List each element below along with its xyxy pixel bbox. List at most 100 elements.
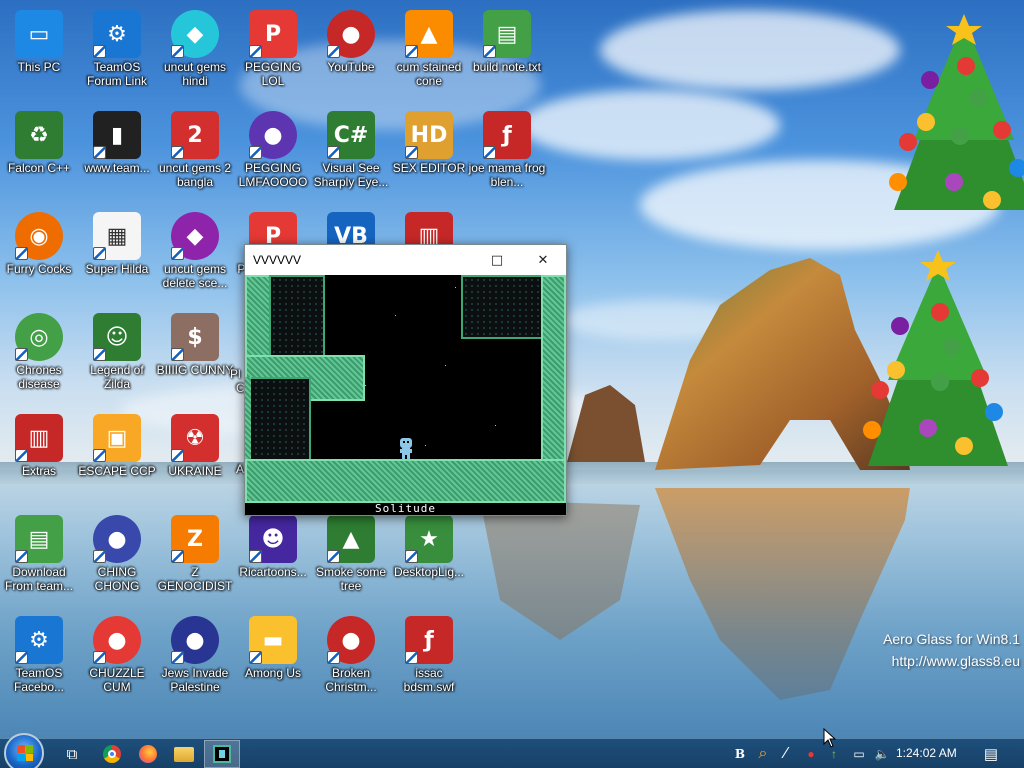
desktop-icon-label: This PC [17,60,61,74]
maximize-button[interactable]: □ [474,245,520,275]
pixel-cat-icon: ▦ [93,212,141,260]
file-explorer-icon [174,746,194,762]
close-button[interactable]: ✕ [520,245,566,275]
taskbar-clock[interactable]: 1:24:02 AM [896,746,957,760]
tray-network[interactable]: ▭ [849,739,869,768]
desktop-icon-label: YouTube [327,60,375,74]
christmas-tree-decoration [889,14,1024,210]
desktop-icon[interactable]: ● YouTube [312,10,390,74]
gear-icon: ⚙ [93,10,141,58]
game-window[interactable]: VVVVVV □ ✕ Solitude [244,244,567,516]
desktop-icon-label: Extras [21,464,56,478]
swf-icon: ƒ [405,616,453,664]
desktop-icon[interactable]: ▲ Smoke some tree [312,515,390,593]
close-icon: ✕ [537,252,549,268]
windows-orb-icon [17,745,33,761]
angry-birds-icon: ● [327,10,375,58]
background-block [269,275,325,357]
desktop-icon[interactable]: ☢ UKRAINE [156,414,234,478]
desktop-icon-label: UKRAINE [168,464,222,478]
action-center-button[interactable]: ▤ [978,739,1004,768]
desktop-icon[interactable]: P PEGGING LOL [234,10,312,88]
desktop-icon-label: ESCAPE CCP [78,464,156,478]
desktop-icon[interactable]: ● Jews Invade Palestine [156,616,234,694]
desktop-icon-label: Ricartoons... [239,565,307,579]
orb-icon: ● [171,616,219,664]
desktop-icon[interactable]: ▭ This PC [0,10,78,74]
desktop-icon-label: BIIIIG CUNNY [156,363,234,377]
desktop-icon[interactable]: ⚙ TeamOS Facebo... [0,616,78,694]
desktop-icon[interactable]: ☺ Legend of Zilda [78,313,156,391]
desktop-icon[interactable]: ● PEGGING LMFAOOOO [234,111,312,189]
vvvvvv-icon [213,745,231,763]
taskbar-firefox-button[interactable] [130,740,166,768]
desktop-icon[interactable]: ● Broken Christm... [312,616,390,694]
chrome-icon [103,745,121,763]
desktop-icon[interactable]: ▮ www.team... [78,111,156,175]
window-titlebar[interactable]: VVVVVV □ ✕ [245,245,566,275]
desktop-icon[interactable]: ● CHUZZLE CUM [78,616,156,694]
desktop-icon-label: Among Us [244,666,302,680]
desktop-icon[interactable]: ƒ joe mama frog blen... [468,111,546,189]
wall-tile [245,377,251,461]
number-two-icon: 2 [171,111,219,159]
desktop-icon[interactable]: ☻ Ricartoons... [234,515,312,579]
taskbar-file-explorer-button[interactable] [166,740,202,768]
desktop-icon[interactable]: ◎ Chrones disease [0,313,78,391]
z-letter-icon: Z [171,515,219,563]
taskbar-vvvvvv-button[interactable] [204,740,240,768]
maximize-icon: □ [490,252,504,268]
desktop-icon-label: PEGGING LOL [244,60,301,88]
desktop-icon-label: Smoke some tree [315,565,387,593]
red-app-icon: ● [807,747,815,761]
floor-tile [245,459,566,503]
desktop-icon[interactable]: C# Visual See Sharply Eye... [312,111,390,189]
desktop-icon[interactable]: ◆ uncut gems delete sce... [156,212,234,290]
game-canvas[interactable]: Solitude [245,275,566,515]
desktop-icon[interactable]: ▦ Super Hilda [78,212,156,276]
window-title: VVVVVV [253,253,302,267]
desktop-icon[interactable]: ♻ Falcon C++ [0,111,78,175]
desktop-icon[interactable]: ▥ Extras [0,414,78,478]
tray-b-app[interactable]: B [730,739,750,768]
desktop-icon-label: Download From team... [4,565,73,593]
desktop-icon[interactable]: ▤ Download From team... [0,515,78,593]
chuzzle-icon: ● [93,616,141,664]
desktop-icon-label: uncut gems 2 bangla [158,161,232,189]
tray-search[interactable]: ⌕ [753,739,773,768]
desktop-icon[interactable]: ◆ uncut gems hindi [156,10,234,88]
desktop-icon[interactable]: ▲ cum stained cone [390,10,468,88]
folder-icon: ▬ [249,616,297,664]
task-view-button[interactable]: ⧉ [54,740,90,768]
tray-red-app[interactable]: ● [801,739,821,768]
desktop-icon[interactable]: ● CHING CHONG [78,515,156,593]
extras-icon: ▥ [15,414,63,462]
desktop-icon[interactable]: $ BIIIIG CUNNY [156,313,234,377]
desktop-icon[interactable]: ▬ Among Us [234,616,312,680]
tray-pen[interactable]: ⁄ [776,739,796,768]
firefox-icon: ◉ [15,212,63,260]
room-name: Solitude [245,503,566,515]
desktop-icon[interactable]: ▤ build note.txt [468,10,546,74]
desktop-icon[interactable]: HD SEX EDITOR [390,111,468,175]
ornament-icon: ● [327,616,375,664]
desktop-icon-label: DesktopLig... [393,565,465,579]
desktop-icon[interactable]: ƒ issac bdsm.swf [390,616,468,694]
volume-icon: 🔈 [874,747,890,761]
desktop-icon[interactable]: ▣ ESCAPE CCP [78,414,156,478]
desktop-icon[interactable]: 2 uncut gems 2 bangla [156,111,234,189]
desktop-icon-label: CHUZZLE CUM [89,666,145,694]
desktop-icon[interactable]: ZZ GENOCIDIST [156,515,234,593]
vlc-cone-icon: ▲ [405,10,453,58]
desktop-icon-label: Jews Invade Palestine [161,666,229,694]
csharp-icon: C# [327,111,375,159]
desktop-icon[interactable]: ◉ Furry Cocks [0,212,78,276]
watermark-url: http://www.glass8.eu [891,653,1020,669]
taskbar-chrome-button[interactable] [94,740,130,768]
start-button[interactable] [4,733,44,768]
desktop-icon[interactable]: ★ DesktopLig... [390,515,468,579]
tray-volume[interactable]: 🔈 [872,739,892,768]
desktop-icon-label: uncut gems hindi [163,60,227,88]
monitor-icon: ▭ [15,10,63,58]
desktop-icon[interactable]: ⚙ TeamOS Forum Link [78,10,156,88]
